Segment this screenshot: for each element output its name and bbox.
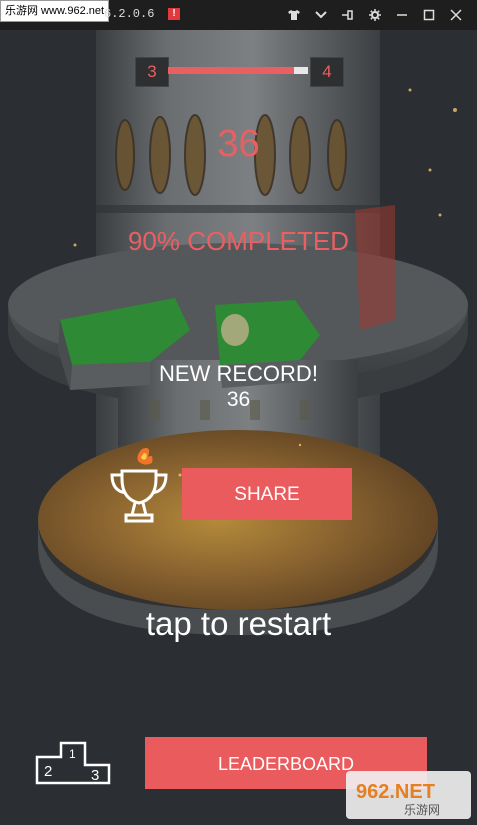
watermark-badge: 乐游网 www.962.net — [0, 0, 110, 22]
next-level: 4 — [310, 57, 344, 87]
tap-to-restart[interactable]: tap to restart — [0, 605, 477, 643]
podium-label-1: 1 — [69, 747, 76, 761]
pin-icon[interactable] — [334, 0, 361, 30]
level-progress-bar — [168, 67, 308, 74]
share-button[interactable]: SHARE — [182, 468, 352, 520]
gear-icon[interactable] — [361, 0, 388, 30]
current-level: 3 — [135, 57, 169, 87]
maximize-icon[interactable] — [415, 0, 442, 30]
minimize-icon[interactable] — [388, 0, 415, 30]
podium-label-3: 3 — [91, 767, 99, 784]
shirt-icon[interactable] — [280, 0, 307, 30]
new-record-label: NEW RECORD! — [159, 361, 318, 386]
score: 36 — [217, 123, 260, 165]
game-viewport[interactable]: 3 4 36 90% COMPLETED NEW RECORD! 36 SHAR… — [0, 30, 477, 825]
level-progress-fill — [168, 67, 294, 74]
app-version: 6.2.0.6 — [104, 7, 155, 21]
watermark-logo-text: 962.NET — [356, 781, 435, 803]
completed-text: 90% COMPLETED — [127, 226, 350, 256]
window-titlebar: 乐游网 www.962.net 6.2.0.6 ! — [0, 0, 477, 30]
site-watermark-logo: 962.NET 乐游网 — [346, 771, 471, 819]
chevron-down-icon[interactable] — [307, 0, 334, 30]
new-record-value: 36 — [226, 388, 251, 411]
watermark-site-text: 乐游网 — [404, 803, 440, 817]
close-icon[interactable] — [442, 0, 469, 30]
alert-icon[interactable]: ! — [168, 8, 180, 20]
podium-label-2: 2 — [44, 763, 52, 780]
podium-icon[interactable]: 1 2 3 — [35, 737, 111, 785]
trophy-icon — [110, 448, 168, 523]
